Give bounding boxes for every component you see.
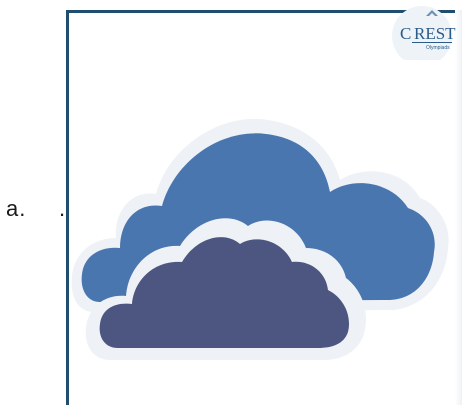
logo-initial: C — [400, 24, 411, 43]
logo-text: REST — [414, 24, 456, 43]
question-stage: a. . C REST Olympiads — [0, 0, 462, 405]
option-marker: . — [59, 196, 66, 221]
logo-underline — [412, 42, 452, 43]
two-clouds-icon — [71, 118, 449, 360]
option-label: a. — [6, 196, 27, 221]
frame-edge-shadow — [455, 10, 462, 405]
logo-subtext: Olympiads — [426, 45, 450, 51]
crest-logo: C REST Olympiads — [392, 6, 456, 60]
